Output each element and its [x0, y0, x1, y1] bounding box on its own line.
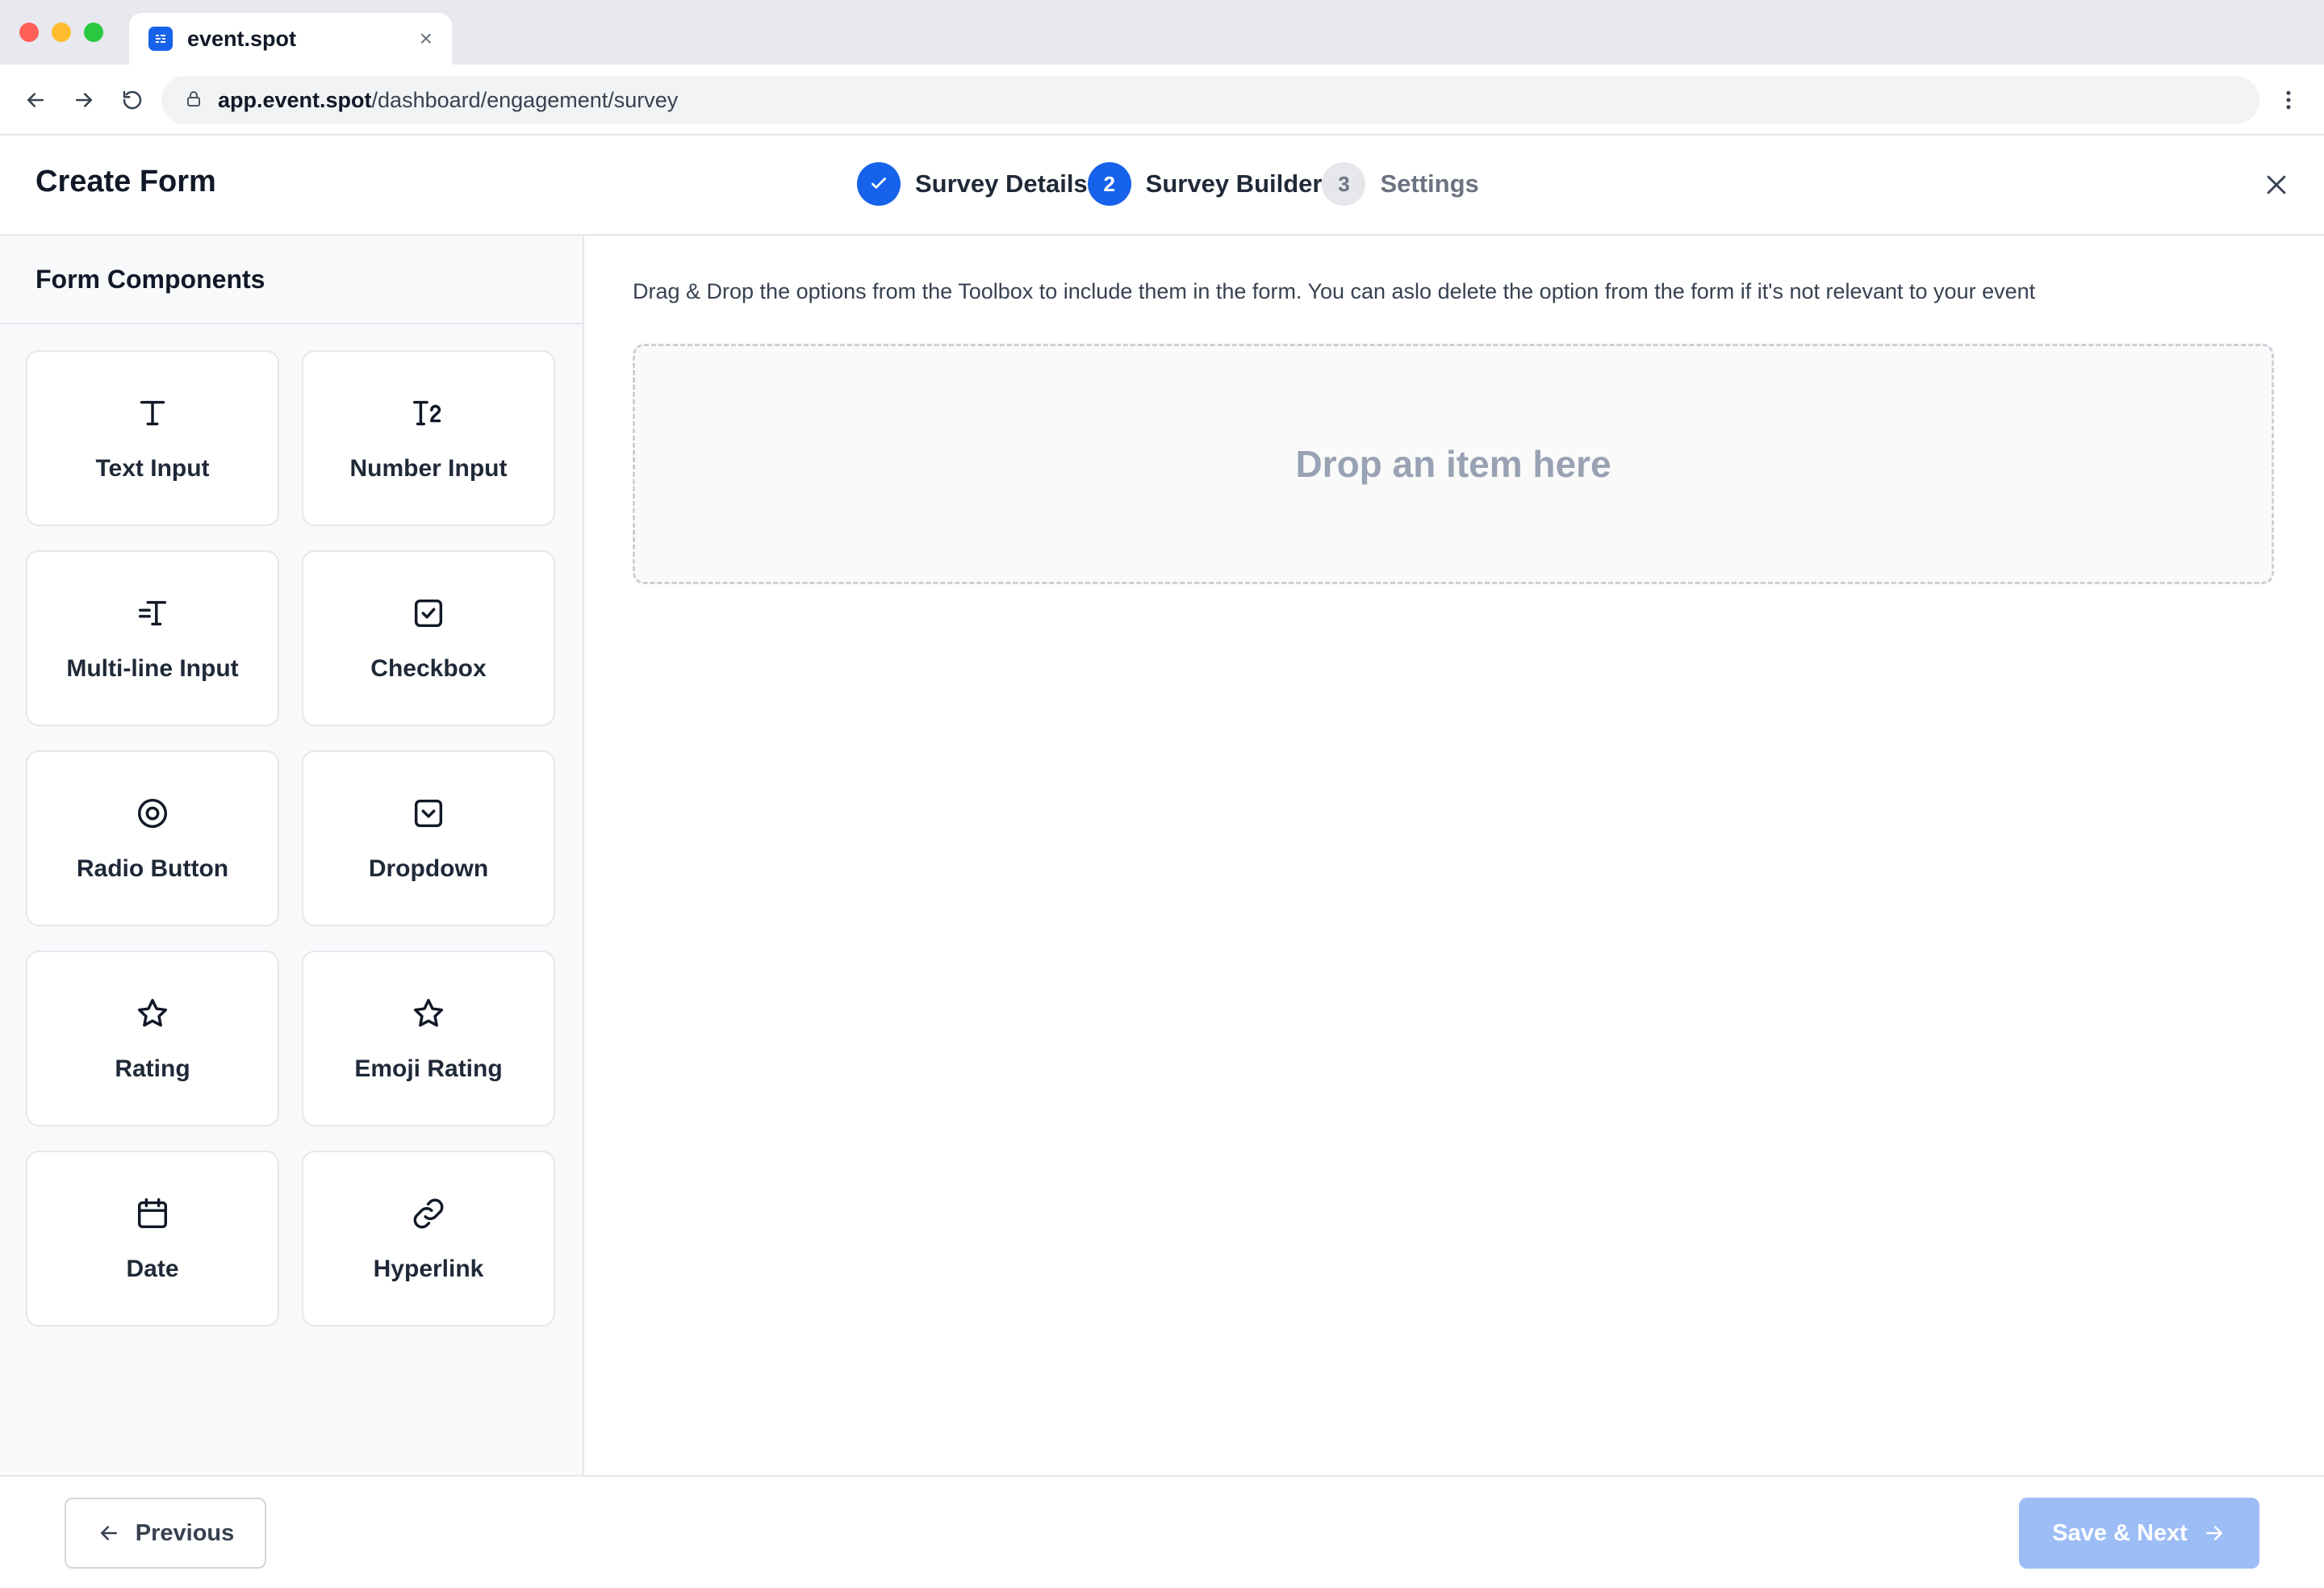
lock-icon — [184, 89, 203, 112]
window-minimize-button[interactable] — [52, 23, 71, 42]
component-multiline-input[interactable]: Multi-line Input — [26, 550, 279, 726]
component-number-input[interactable]: Number Input — [302, 350, 555, 526]
form-footer: Previous Save & Next — [0, 1475, 2324, 1588]
browser-tabstrip: event.spot × — [0, 0, 2324, 65]
component-label: Multi-line Input — [66, 654, 239, 682]
radio-button-icon — [134, 795, 171, 836]
browser-tab-title: event.spot — [187, 26, 297, 51]
step-complete-check-icon — [857, 162, 901, 206]
star-icon — [410, 995, 447, 1036]
form-stepper: Survey Details 2 Survey Builder 3 Settin… — [857, 161, 1479, 207]
multiline-input-icon — [134, 595, 171, 636]
browser-tab[interactable]: event.spot × — [129, 13, 452, 65]
url-text: app.event.spot/dashboard/engagement/surv… — [218, 88, 678, 113]
component-label: Number Input — [349, 454, 508, 482]
component-label: Date — [126, 1255, 179, 1282]
app-header: Create Form Survey Details 2 Survey Buil… — [0, 136, 2324, 236]
component-radio-button[interactable]: Radio Button — [26, 750, 279, 926]
component-hyperlink[interactable]: Hyperlink — [302, 1151, 555, 1327]
drop-zone[interactable]: Drop an item here — [633, 344, 2274, 584]
step-number: 2 — [1087, 162, 1131, 206]
calendar-icon — [134, 1195, 171, 1236]
component-checkbox[interactable]: Checkbox — [302, 550, 555, 726]
component-label: Checkbox — [370, 654, 487, 682]
link-icon — [410, 1195, 447, 1236]
components-grid: Text Input Number Input Multi-line Input… — [26, 350, 555, 1327]
sidebar-title: Form Components — [0, 236, 583, 324]
step-settings[interactable]: 3 Settings — [1322, 162, 1479, 206]
component-label: Dropdown — [368, 855, 489, 882]
browser-toolbar: app.event.spot/dashboard/engagement/surv… — [0, 65, 2324, 136]
checkbox-icon — [410, 595, 447, 636]
page-title: Create Form — [36, 165, 216, 198]
step-label: Settings — [1380, 169, 1479, 198]
step-survey-details[interactable]: Survey Details — [857, 162, 1088, 206]
save-next-button-label: Save & Next — [2052, 1519, 2188, 1546]
builder-instructions: Drag & Drop the options from the Toolbox… — [633, 279, 2036, 303]
component-label: Rating — [115, 1055, 190, 1082]
component-emoji-rating[interactable]: Emoji Rating — [302, 951, 555, 1126]
close-icon[interactable] — [2258, 166, 2295, 203]
step-survey-builder[interactable]: 2 Survey Builder — [1087, 162, 1323, 206]
component-text-input[interactable]: Text Input — [26, 350, 279, 526]
component-label: Text Input — [95, 454, 210, 482]
drop-zone-text: Drop an item here — [1295, 443, 1611, 485]
previous-button[interactable]: Previous — [65, 1498, 266, 1569]
component-label: Hyperlink — [373, 1255, 484, 1282]
save-next-button[interactable]: Save & Next — [2019, 1498, 2259, 1569]
text-input-icon — [134, 395, 171, 436]
component-label: Radio Button — [76, 855, 229, 882]
form-components-sidebar: Form Components Text Input Number Input … — [0, 236, 584, 1475]
number-input-icon — [410, 395, 447, 436]
back-arrow-icon[interactable] — [19, 84, 52, 116]
forward-arrow-icon[interactable] — [68, 84, 100, 116]
step-label: Survey Builder — [1145, 169, 1323, 198]
app-favicon-icon — [148, 27, 173, 51]
arrow-right-icon — [2205, 1526, 2222, 1540]
component-date[interactable]: Date — [26, 1151, 279, 1327]
window-close-button[interactable] — [19, 23, 39, 42]
url-path: /dashboard/engagement/survey — [371, 87, 679, 112]
browser-menu-icon[interactable] — [2272, 84, 2305, 116]
browser-tab-close-icon[interactable]: × — [420, 27, 433, 50]
window-maximize-button[interactable] — [84, 23, 103, 42]
component-label: Emoji Rating — [354, 1055, 503, 1082]
dropdown-icon — [410, 795, 447, 836]
reload-icon[interactable] — [116, 84, 148, 116]
component-rating[interactable]: Rating — [26, 951, 279, 1126]
step-label: Survey Details — [915, 169, 1088, 198]
url-host: app.event.spot — [218, 87, 372, 112]
arrow-left-icon — [100, 1526, 117, 1540]
component-dropdown[interactable]: Dropdown — [302, 750, 555, 926]
star-icon — [134, 995, 171, 1036]
previous-button-label: Previous — [135, 1519, 235, 1546]
step-number: 3 — [1322, 162, 1366, 206]
form-builder-canvas: Drag & Drop the options from the Toolbox… — [584, 236, 2324, 1475]
address-bar[interactable]: app.event.spot/dashboard/engagement/surv… — [161, 76, 2259, 124]
